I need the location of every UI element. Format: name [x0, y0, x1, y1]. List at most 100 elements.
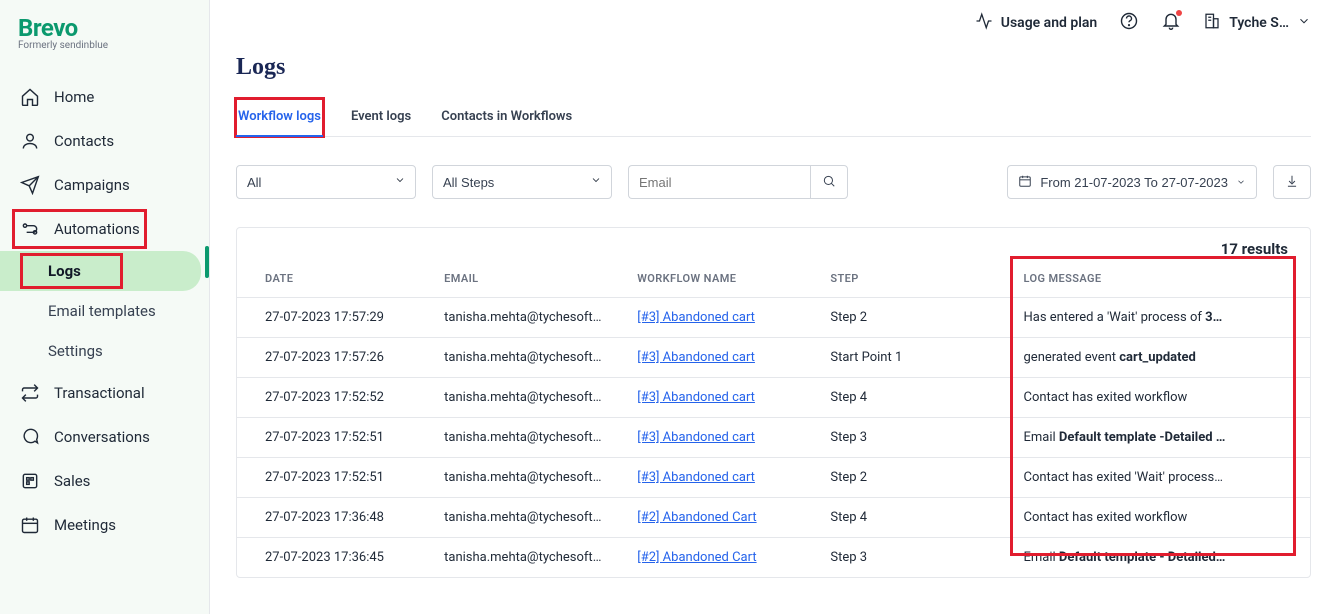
sidebar-sub-email-templates[interactable]: Email templates — [0, 291, 209, 331]
calendar-icon — [1018, 174, 1032, 191]
cell-step: Step 4 — [816, 498, 1009, 538]
send-icon — [20, 175, 40, 195]
usage-label: Usage and plan — [1001, 15, 1097, 31]
table-row: 27-07-2023 17:36:45tanisha.mehta@tycheso… — [237, 538, 1310, 578]
sales-icon — [20, 471, 40, 491]
cell-logmsg: Contact has exited 'Wait' process… — [1010, 458, 1311, 498]
tab-label: Workflow logs — [238, 109, 321, 124]
filter-steps[interactable]: All Steps — [432, 165, 612, 199]
help-button[interactable] — [1119, 11, 1139, 35]
workflow-link[interactable]: [#3] Abandoned cart — [637, 430, 755, 445]
cell-step: Step 3 — [816, 538, 1009, 578]
usage-and-plan[interactable]: Usage and plan — [975, 12, 1097, 34]
workflow-link[interactable]: [#3] Abandoned cart — [637, 350, 755, 365]
filter-all[interactable]: All — [236, 165, 416, 199]
date-range-picker[interactable]: From 21-07-2023 To 27-07-2023 — [1007, 165, 1257, 199]
cell-date: 27-07-2023 17:36:45 — [237, 538, 430, 578]
workflow-link[interactable]: [#3] Abandoned cart — [637, 310, 755, 325]
topbar: Usage and plan Tyche S… — [210, 0, 1337, 46]
cell-step: Step 2 — [816, 298, 1009, 338]
sidebar-item-home[interactable]: Home — [0, 75, 209, 119]
workflow-link[interactable]: [#2] Abandoned Cart — [637, 510, 756, 525]
sidebar-sub-settings[interactable]: Settings — [0, 331, 209, 371]
sidebar-sub-label: Settings — [48, 342, 103, 360]
cell-workflow: [#3] Abandoned cart — [623, 418, 816, 458]
cell-workflow: [#3] Abandoned cart — [623, 458, 816, 498]
email-search-group — [628, 165, 848, 199]
cell-email: tanisha.mehta@tychesoftwares.c… — [430, 538, 623, 578]
page: Logs Workflow logs Event logs Contacts i… — [210, 46, 1337, 578]
cell-step: Step 3 — [816, 418, 1009, 458]
sidebar-item-sales[interactable]: Sales — [0, 459, 209, 503]
account-menu[interactable]: Tyche S… — [1203, 12, 1311, 34]
filters: All All Steps — [236, 165, 1311, 199]
cell-logmsg: Contact has exited workflow — [1010, 378, 1311, 418]
cell-logmsg: Has entered a 'Wait' process of 3… — [1010, 298, 1311, 338]
sidebar-item-label: Meetings — [54, 516, 116, 534]
table-row: 27-07-2023 17:57:29tanisha.mehta@tycheso… — [237, 298, 1310, 338]
table-row: 27-07-2023 17:57:26tanisha.mehta@tycheso… — [237, 338, 1310, 378]
results-count: 17 results — [237, 228, 1310, 258]
sidebar-sub-label: Logs — [48, 262, 81, 280]
automation-icon — [20, 219, 40, 239]
download-button[interactable] — [1273, 165, 1311, 199]
sidebar-sub-label: Email templates — [48, 302, 156, 320]
brand-name: Brevo — [18, 14, 191, 42]
cell-date: 27-07-2023 17:36:48 — [237, 498, 430, 538]
col-logmsg: LOG MESSAGE — [1010, 258, 1311, 298]
download-icon — [1285, 174, 1299, 191]
nav: Home Contacts Campaigns Automations — [0, 75, 209, 547]
sidebar-item-transactional[interactable]: Transactional — [0, 371, 209, 415]
cell-date: 27-07-2023 17:52:51 — [237, 418, 430, 458]
table-row: 27-07-2023 17:36:48tanisha.mehta@tycheso… — [237, 498, 1310, 538]
transactional-icon — [20, 383, 40, 403]
cell-email: tanisha.mehta@tychesoftwares.c… — [430, 378, 623, 418]
table-row: 27-07-2023 17:52:52tanisha.mehta@tycheso… — [237, 378, 1310, 418]
sidebar-item-label: Home — [54, 88, 94, 106]
sidebar-sub-logs[interactable]: Logs — [0, 251, 201, 291]
col-email: EMAIL — [430, 258, 623, 298]
sidebar-item-campaigns[interactable]: Campaigns — [0, 163, 209, 207]
sidebar-item-meetings[interactable]: Meetings — [0, 503, 209, 547]
cell-step: Step 2 — [816, 458, 1009, 498]
brand-sub: Formerly sendinblue — [18, 40, 191, 51]
table-row: 27-07-2023 17:52:51tanisha.mehta@tycheso… — [237, 418, 1310, 458]
cell-email: tanisha.mehta@tychesoftwares.c… — [430, 498, 623, 538]
cell-workflow: [#2] Abandoned Cart — [623, 538, 816, 578]
tab-label: Contacts in Workflows — [441, 109, 572, 124]
workflow-link[interactable]: [#2] Abandoned Cart — [637, 550, 756, 565]
cell-date: 27-07-2023 17:57:26 — [237, 338, 430, 378]
cell-date: 27-07-2023 17:52:51 — [237, 458, 430, 498]
sidebar-item-label: Transactional — [54, 384, 145, 402]
workflow-link[interactable]: [#3] Abandoned cart — [637, 390, 755, 405]
search-button[interactable] — [810, 165, 848, 199]
sidebar-item-contacts[interactable]: Contacts — [0, 119, 209, 163]
tab-workflow-logs[interactable]: Workflow logs — [236, 99, 323, 136]
workflow-link[interactable]: [#3] Abandoned cart — [637, 470, 755, 485]
caret-down-icon — [1236, 175, 1246, 190]
sidebar: Brevo Formerly sendinblue Home Contacts — [0, 0, 210, 614]
sidebar-item-conversations[interactable]: Conversations — [0, 415, 209, 459]
cell-email: tanisha.mehta@tychesoftwares.c… — [430, 298, 623, 338]
tab-event-logs[interactable]: Event logs — [349, 99, 413, 136]
sidebar-item-automations[interactable]: Automations — [0, 207, 209, 251]
search-icon — [822, 174, 836, 191]
logs-table: DATE EMAIL WORKFLOW NAME STEP LOG MESSAG… — [237, 258, 1310, 577]
sidebar-item-label: Contacts — [54, 132, 114, 150]
tab-contacts-in-workflows[interactable]: Contacts in Workflows — [439, 99, 574, 136]
main: Usage and plan Tyche S… — [210, 0, 1337, 614]
cell-workflow: [#3] Abandoned cart — [623, 298, 816, 338]
chat-icon — [20, 427, 40, 447]
notifications-button[interactable] — [1161, 11, 1181, 35]
account-label: Tyche S… — [1229, 15, 1289, 31]
tabs: Workflow logs Event logs Contacts in Wor… — [236, 99, 1311, 137]
notification-dot — [1176, 10, 1182, 16]
email-search-input[interactable] — [628, 165, 810, 199]
cell-email: tanisha.mehta@tychesoftwares.c… — [430, 338, 623, 378]
active-indicator — [205, 246, 209, 278]
col-logmsg-label: LOG MESSAGE — [1024, 272, 1102, 285]
cell-logmsg: Email Default template - Detailed… — [1010, 538, 1311, 578]
col-workflow: WORKFLOW NAME — [623, 258, 816, 298]
date-range-label: From 21-07-2023 To 27-07-2023 — [1040, 175, 1228, 190]
results-panel: 17 results DATE EMAIL WORKFLOW NAME STEP… — [236, 227, 1311, 578]
